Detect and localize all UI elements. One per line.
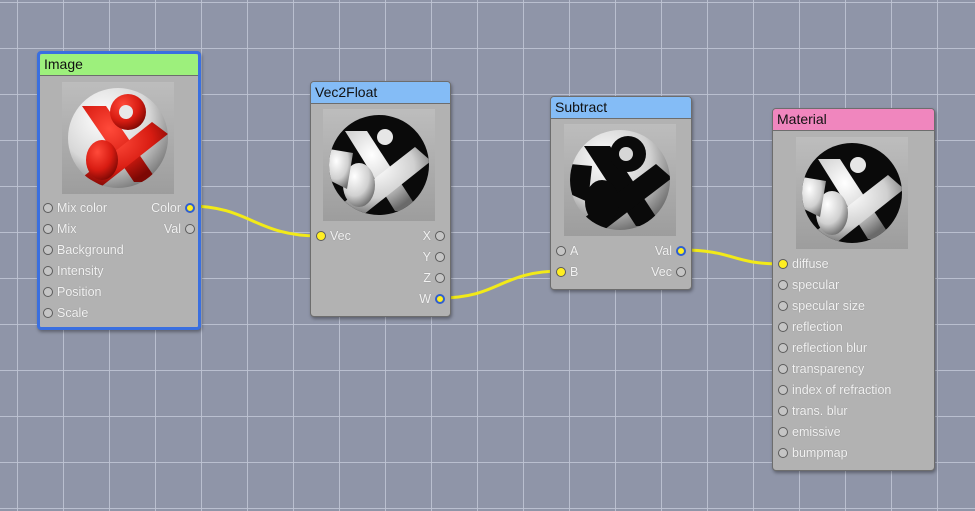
image-node-preview <box>62 82 174 194</box>
wire-subtract-val-to-material-diffuse[interactable] <box>680 248 783 266</box>
image-input-background[interactable]: Background <box>43 240 124 261</box>
input-socket-icon[interactable] <box>778 385 788 395</box>
material-input-bumpmap[interactable]: bumpmap <box>778 443 848 464</box>
sphere-bw-ampersand-icon <box>802 143 902 243</box>
output-socket-icon[interactable] <box>185 224 195 234</box>
input-socket-icon[interactable] <box>43 266 53 276</box>
input-socket-icon[interactable] <box>43 203 53 213</box>
input-socket-icon[interactable] <box>316 231 326 241</box>
wire-vec2float-w-to-subtract-b[interactable] <box>439 269 563 300</box>
input-socket-icon[interactable] <box>778 259 788 269</box>
input-socket-icon[interactable] <box>43 287 53 297</box>
output-socket-icon[interactable] <box>676 246 686 256</box>
image-input-mix-color[interactable]: Mix color <box>43 198 107 219</box>
vec2float-output-w[interactable]: W <box>419 289 445 310</box>
image-output-color[interactable]: Color <box>151 198 195 219</box>
subtract-input-a[interactable]: A <box>556 241 578 262</box>
material-input-specular[interactable]: specular <box>778 275 839 296</box>
vec2float-node[interactable]: Vec2Float Vec X Y Z W <box>310 81 451 317</box>
vec2float-node-preview <box>323 109 435 221</box>
input-socket-icon[interactable] <box>778 448 788 458</box>
input-socket-icon[interactable] <box>778 343 788 353</box>
sphere-bw-ampersand-dark-icon <box>570 130 670 230</box>
subtract-input-b[interactable]: B <box>556 262 578 283</box>
image-input-mix[interactable]: Mix <box>43 219 76 240</box>
material-input-transparency[interactable]: transparency <box>778 359 864 380</box>
output-socket-icon[interactable] <box>435 231 445 241</box>
input-socket-icon[interactable] <box>43 224 53 234</box>
vec2float-output-y[interactable]: Y <box>423 247 445 268</box>
input-socket-icon[interactable] <box>43 308 53 318</box>
subtract-output-val[interactable]: Val <box>655 241 686 262</box>
subtract-output-vec[interactable]: Vec <box>651 262 686 283</box>
material-input-diffuse[interactable]: diffuse <box>778 254 829 275</box>
material-input-specular-size[interactable]: specular size <box>778 296 865 317</box>
vec2float-input-vec[interactable]: Vec <box>316 226 351 247</box>
output-socket-icon[interactable] <box>435 252 445 262</box>
input-socket-icon[interactable] <box>43 245 53 255</box>
input-socket-icon[interactable] <box>556 267 566 277</box>
image-node[interactable]: Image Mix color Mix Background Intensity… <box>37 51 201 330</box>
output-socket-icon[interactable] <box>435 294 445 304</box>
input-socket-icon[interactable] <box>778 322 788 332</box>
input-socket-icon[interactable] <box>778 364 788 374</box>
vec2float-output-z[interactable]: Z <box>423 268 445 289</box>
subtract-node[interactable]: Subtract A B Val Vec <box>550 96 692 290</box>
input-socket-icon[interactable] <box>778 427 788 437</box>
subtract-node-title[interactable]: Subtract <box>551 97 691 119</box>
image-input-position[interactable]: Position <box>43 282 101 303</box>
vec2float-node-title[interactable]: Vec2Float <box>311 82 450 104</box>
image-node-title[interactable]: Image <box>40 54 198 76</box>
material-input-reflection-blur[interactable]: reflection blur <box>778 338 867 359</box>
material-input-reflection[interactable]: reflection <box>778 317 843 338</box>
input-socket-icon[interactable] <box>778 406 788 416</box>
sphere-bw-ampersand-icon <box>329 115 429 215</box>
vec2float-output-x[interactable]: X <box>423 226 445 247</box>
input-socket-icon[interactable] <box>778 280 788 290</box>
material-node[interactable]: Material diffuse specular specular size <box>772 108 935 471</box>
output-socket-icon[interactable] <box>185 203 195 213</box>
output-socket-icon[interactable] <box>435 273 445 283</box>
output-socket-icon[interactable] <box>676 267 686 277</box>
input-socket-icon[interactable] <box>556 246 566 256</box>
material-input-trans-blur[interactable]: trans. blur <box>778 401 848 422</box>
material-input-emissive[interactable]: emissive <box>778 422 841 443</box>
image-output-val[interactable]: Val <box>164 219 195 240</box>
sphere-red-ampersand-icon <box>68 88 168 188</box>
material-input-index-of-refraction[interactable]: index of refraction <box>778 380 891 401</box>
image-input-intensity[interactable]: Intensity <box>43 261 104 282</box>
image-input-scale[interactable]: Scale <box>43 303 88 324</box>
material-node-title[interactable]: Material <box>773 109 934 131</box>
material-node-preview <box>796 137 908 249</box>
subtract-node-preview <box>564 124 676 236</box>
wire-image-color-to-vec2float-vec[interactable] <box>188 204 320 238</box>
input-socket-icon[interactable] <box>778 301 788 311</box>
